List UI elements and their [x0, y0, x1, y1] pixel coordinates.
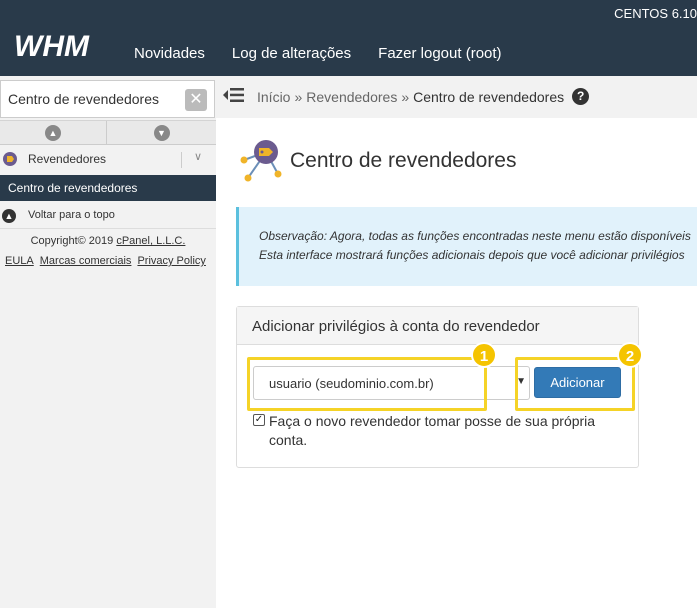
help-icon[interactable]: ?	[572, 88, 590, 105]
divider	[181, 152, 182, 168]
sidebar: ✕ ▲ ▼ Revendedores ∨ Centro de revendedo…	[0, 76, 216, 608]
trademarks-link[interactable]: Marcas comerciais	[40, 255, 132, 267]
back-to-top-label: Voltar para o topo	[28, 209, 115, 221]
breadcrumb-home[interactable]: Início	[257, 89, 290, 105]
take-ownership-checkbox[interactable]: ✓	[253, 414, 265, 426]
breadcrumb: Início » Revendedores » Centro de revend…	[257, 88, 590, 105]
take-ownership-label: Faça o novo revendedor tomar posse de su…	[269, 413, 596, 448]
legal-links: EULA Marcas comerciais Privacy Policy	[5, 255, 206, 267]
page-title: Centro de revendedores	[290, 149, 517, 172]
eula-link[interactable]: EULA	[5, 255, 34, 267]
sidebar-item-reseller-center[interactable]: Centro de revendedores	[0, 175, 216, 201]
sidebar-section-label: Revendedores	[28, 152, 107, 166]
info-notice: Observação: Agora, todas as funções enco…	[236, 207, 697, 286]
notice-text: Observação: Agora, todas as funções enco…	[259, 229, 691, 243]
arrow-up-icon: ▲	[2, 209, 16, 223]
tag-icon	[3, 152, 17, 166]
callout-badge-1: 1	[471, 342, 497, 368]
nav-logout[interactable]: Fazer logout (root)	[378, 45, 501, 62]
breadcrumb-separator: »	[294, 88, 303, 105]
os-version: CENTOS 6.10	[614, 6, 697, 21]
top-nav: Novidades Log de alterações Fazer logout…	[134, 45, 502, 62]
sidebar-scroll-controls: ▲ ▼	[0, 120, 216, 145]
breadcrumb-current: Centro de revendedores	[413, 88, 565, 105]
panel-title: Adicionar privilégios à conta do revende…	[252, 318, 540, 335]
sidebar-section-resellers[interactable]: Revendedores ∨	[0, 146, 216, 175]
scroll-up-button[interactable]: ▲	[0, 121, 107, 145]
chevron-down-icon[interactable]: ∨	[194, 150, 202, 163]
reseller-center-icon	[240, 140, 282, 182]
logo-text: WHM	[14, 30, 90, 62]
menu-collapse-icon[interactable]	[222, 85, 244, 105]
notice-text: Esta interface mostrará funções adiciona…	[259, 248, 685, 262]
back-to-top-link[interactable]: ▲ Voltar para o topo	[0, 203, 216, 229]
nav-novidades[interactable]: Novidades	[134, 45, 205, 62]
sidebar-search-input[interactable]	[1, 81, 177, 117]
arrow-down-icon: ▼	[153, 125, 170, 141]
breadcrumb-bar: Início » Revendedores » Centro de revend…	[216, 76, 697, 118]
top-header: CENTOS 6.10 WHM Novidades Log de alteraç…	[0, 0, 697, 76]
copyright: Copyright© 2019 cPanel, L.L.C.	[0, 235, 216, 247]
nav-changelog[interactable]: Log de alterações	[232, 45, 351, 62]
callout-highlight-1	[247, 357, 487, 411]
sidebar-search: ✕	[0, 80, 215, 118]
breadcrumb-resellers[interactable]: Revendedores	[306, 89, 397, 105]
callout-badge-2: 2	[617, 342, 643, 368]
copyright-text: Copyright© 2019	[30, 235, 117, 247]
cpanel-link[interactable]: cPanel, L.L.C.	[116, 235, 185, 247]
callout-highlight-2	[515, 357, 635, 411]
breadcrumb-separator: »	[401, 88, 410, 105]
clear-search-icon[interactable]: ✕	[185, 89, 207, 111]
panel-header: Adicionar privilégios à conta do revende…	[237, 307, 638, 345]
arrow-up-icon: ▲	[45, 125, 61, 141]
whm-logo[interactable]: WHM	[14, 28, 114, 62]
privacy-link[interactable]: Privacy Policy	[137, 255, 205, 267]
scroll-down-button[interactable]: ▼	[108, 121, 215, 145]
